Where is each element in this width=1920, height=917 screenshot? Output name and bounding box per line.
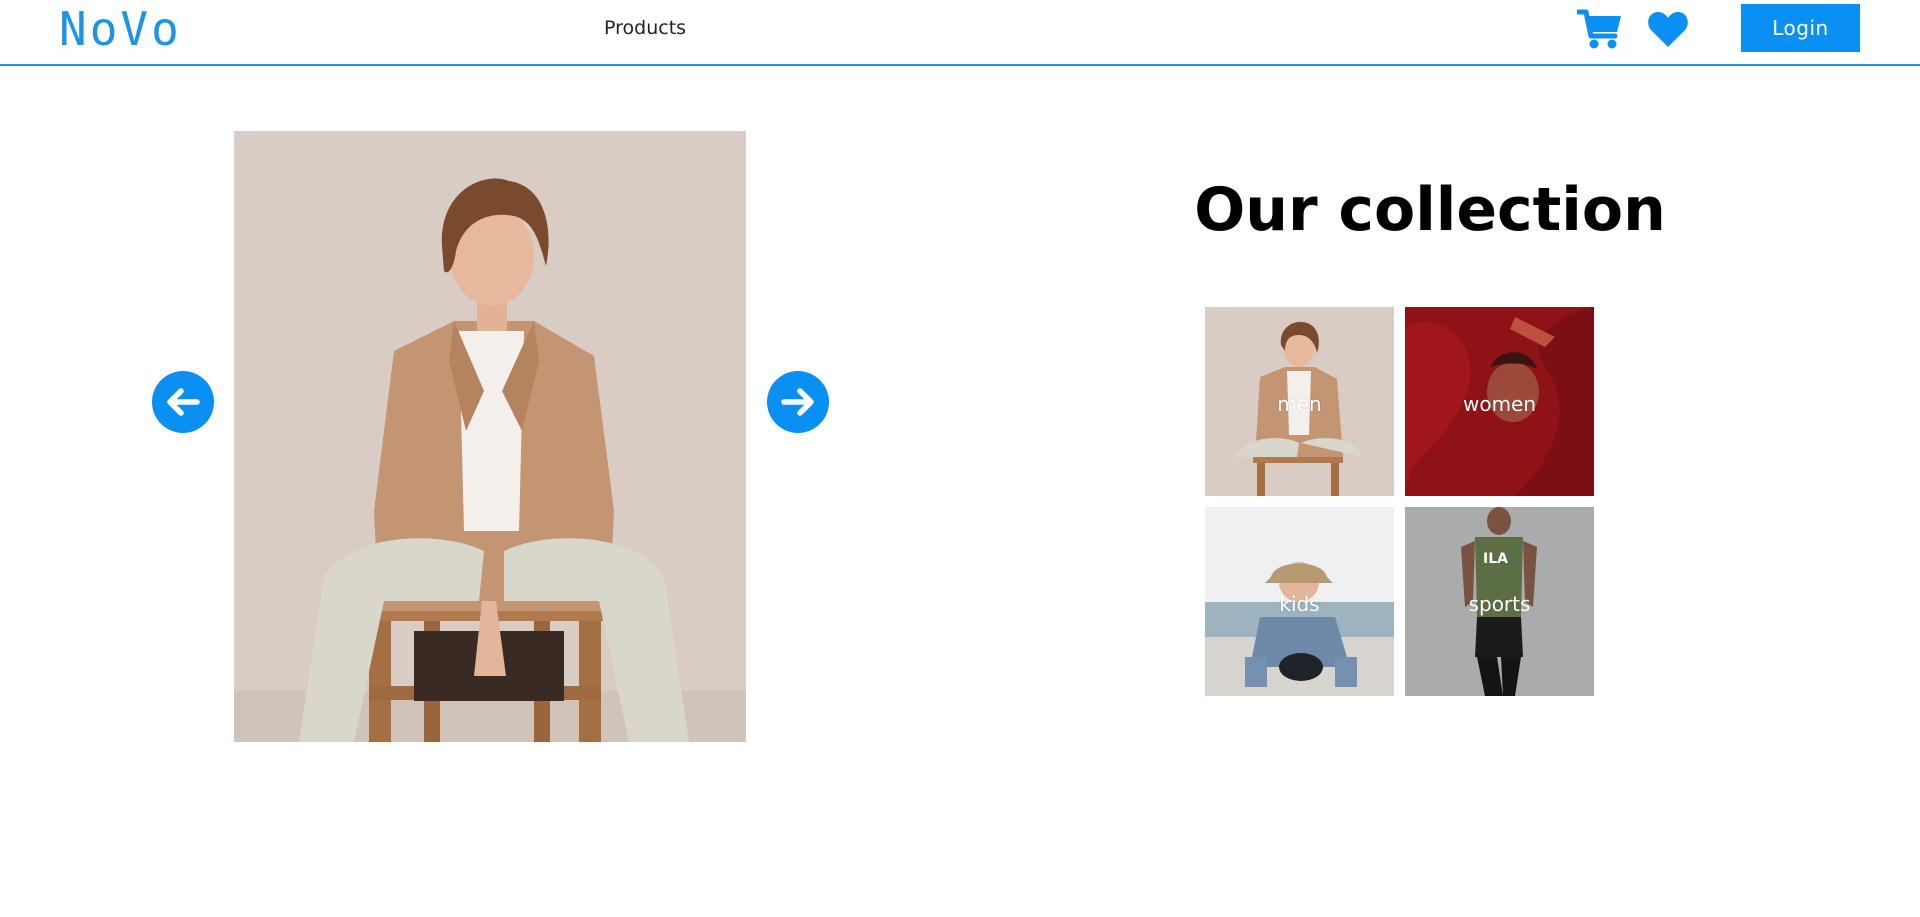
nav-link-products[interactable]: Products xyxy=(604,16,686,40)
cart-icon xyxy=(1577,9,1621,49)
man-in-tan-blazer-photo xyxy=(234,131,746,742)
category-label-kids: kids xyxy=(1279,592,1320,616)
category-label-women: women xyxy=(1462,392,1537,416)
slide-image xyxy=(234,131,746,742)
navbar: NoVo Products Login xyxy=(0,0,1920,66)
brand-logo[interactable]: NoVo xyxy=(59,4,182,54)
cart-button[interactable] xyxy=(1576,6,1624,52)
arrow-right-icon xyxy=(781,388,814,416)
wishlist-button[interactable] xyxy=(1644,6,1692,52)
category-tile-men[interactable]: men xyxy=(1205,307,1394,496)
slider-prev-button[interactable] xyxy=(152,371,214,433)
fila-logo: ILA xyxy=(1483,551,1508,567)
login-button[interactable]: Login xyxy=(1741,4,1860,52)
category-label-sports: sports xyxy=(1468,592,1531,616)
category-tile-women[interactable]: women xyxy=(1405,307,1594,496)
hero-slider xyxy=(150,131,830,742)
slider-next-button[interactable] xyxy=(767,371,829,433)
arrow-left-icon xyxy=(167,388,200,416)
category-label-men: men xyxy=(1277,392,1322,416)
heart-icon xyxy=(1648,12,1688,47)
category-tile-sports[interactable]: ILA sports xyxy=(1405,507,1594,696)
category-tile-kids[interactable]: kids xyxy=(1205,507,1394,696)
collection-title: Our collection xyxy=(1194,175,1666,245)
